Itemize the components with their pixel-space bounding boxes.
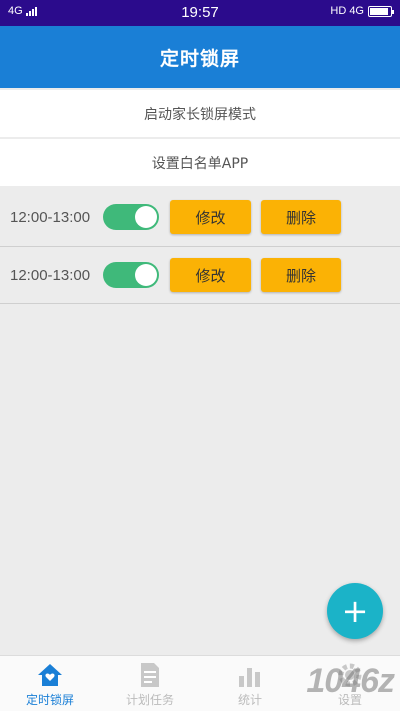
nav-item-statistics[interactable]: 统计: [200, 656, 300, 711]
nav-item-plan-tasks[interactable]: 计划任务: [100, 656, 200, 711]
nav-item-timed-lock[interactable]: 定时锁屏: [0, 656, 100, 711]
edit-button[interactable]: 修改: [170, 258, 251, 292]
app-header: 定时锁屏: [0, 26, 400, 88]
status-right: HD 4G: [330, 5, 394, 17]
battery-icon: [368, 5, 394, 17]
schedule-time: 12:00-13:00: [10, 208, 91, 226]
home-icon: [36, 662, 64, 688]
add-schedule-button[interactable]: +: [327, 583, 383, 639]
battery-level: [370, 7, 388, 15]
network-type-right: 4G: [349, 5, 364, 17]
schedule-toggle[interactable]: [103, 204, 159, 230]
whitelist-app-item[interactable]: 设置白名单APP: [0, 139, 400, 186]
delete-button[interactable]: 删除: [261, 258, 341, 292]
nav-label: 统计: [237, 693, 262, 707]
status-bar: 4G 19:57 HD 4G: [0, 0, 400, 26]
whitelist-app-label: 设置白名单APP: [151, 155, 249, 172]
schedule-toggle[interactable]: [103, 262, 159, 288]
schedule-time: 12:00-13:00: [10, 266, 91, 284]
page-title: 定时锁屏: [159, 47, 240, 70]
schedule-row: 12:00-13:00 修改 删除: [0, 247, 400, 304]
edit-button[interactable]: 修改: [170, 200, 251, 234]
parent-lock-mode-item[interactable]: 启动家长锁屏模式: [0, 90, 400, 137]
hd-indicator: HD: [330, 5, 347, 17]
schedule-row: 12:00-13:00 修改 删除: [0, 188, 400, 247]
toggle-knob: [135, 264, 157, 286]
document-icon: [136, 662, 164, 688]
nav-label: 计划任务: [125, 693, 174, 707]
watermark-logo: 1046z: [306, 662, 395, 700]
nav-label: 定时锁屏: [25, 693, 74, 707]
bar-chart-icon: [236, 662, 264, 688]
toggle-knob: [135, 206, 157, 228]
parent-lock-mode-label: 启动家长锁屏模式: [144, 106, 256, 123]
schedule-list: 12:00-13:00 修改 删除 12:00-13:00 修改 删除: [0, 188, 400, 304]
plus-icon: +: [341, 592, 369, 630]
delete-button[interactable]: 删除: [261, 200, 341, 234]
